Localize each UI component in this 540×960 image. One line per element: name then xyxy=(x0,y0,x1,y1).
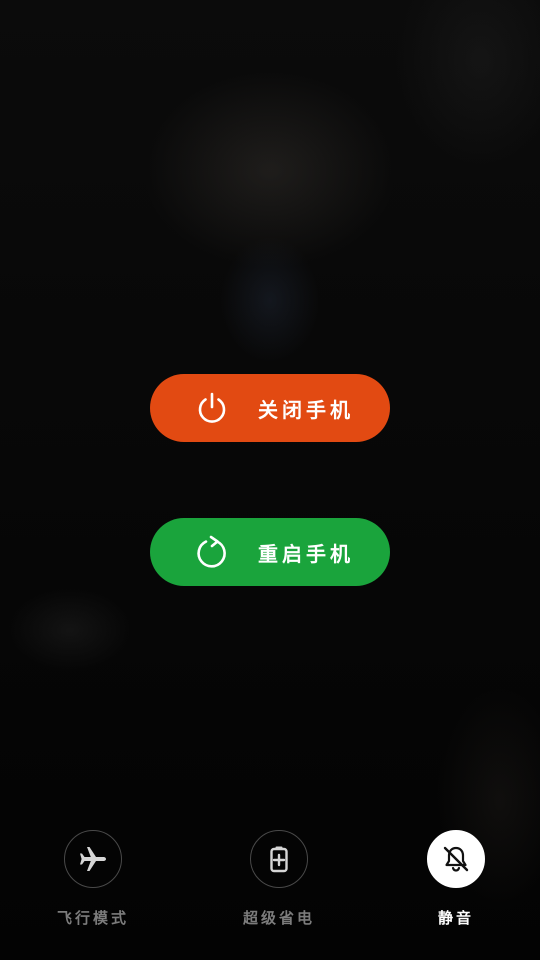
power-icon xyxy=(198,392,226,423)
battery-plus-icon xyxy=(270,846,288,873)
airplane-mode-circle xyxy=(64,830,122,888)
power-off-button[interactable]: 关闭手机 xyxy=(150,374,390,442)
silent-mode-toggle[interactable]: 静音 xyxy=(396,830,516,928)
silent-mode-label: 静音 xyxy=(437,909,474,927)
restart-icon xyxy=(197,535,226,568)
blurred-wallpaper-background xyxy=(0,0,540,960)
restart-button[interactable]: 重启手机 xyxy=(150,518,390,586)
silent-mode-circle xyxy=(427,830,485,888)
restart-label: 重启手机 xyxy=(258,541,354,566)
super-power-saving-circle xyxy=(250,830,308,888)
bell-off-icon xyxy=(443,846,469,872)
super-power-saving-label: 超级省电 xyxy=(242,909,315,927)
super-power-saving-toggle[interactable]: 超级省电 xyxy=(219,830,339,928)
airplane-icon xyxy=(80,847,106,871)
power-off-label: 关闭手机 xyxy=(258,397,354,422)
airplane-mode-label: 飞行模式 xyxy=(56,909,129,927)
airplane-mode-toggle[interactable]: 飞行模式 xyxy=(33,830,153,928)
